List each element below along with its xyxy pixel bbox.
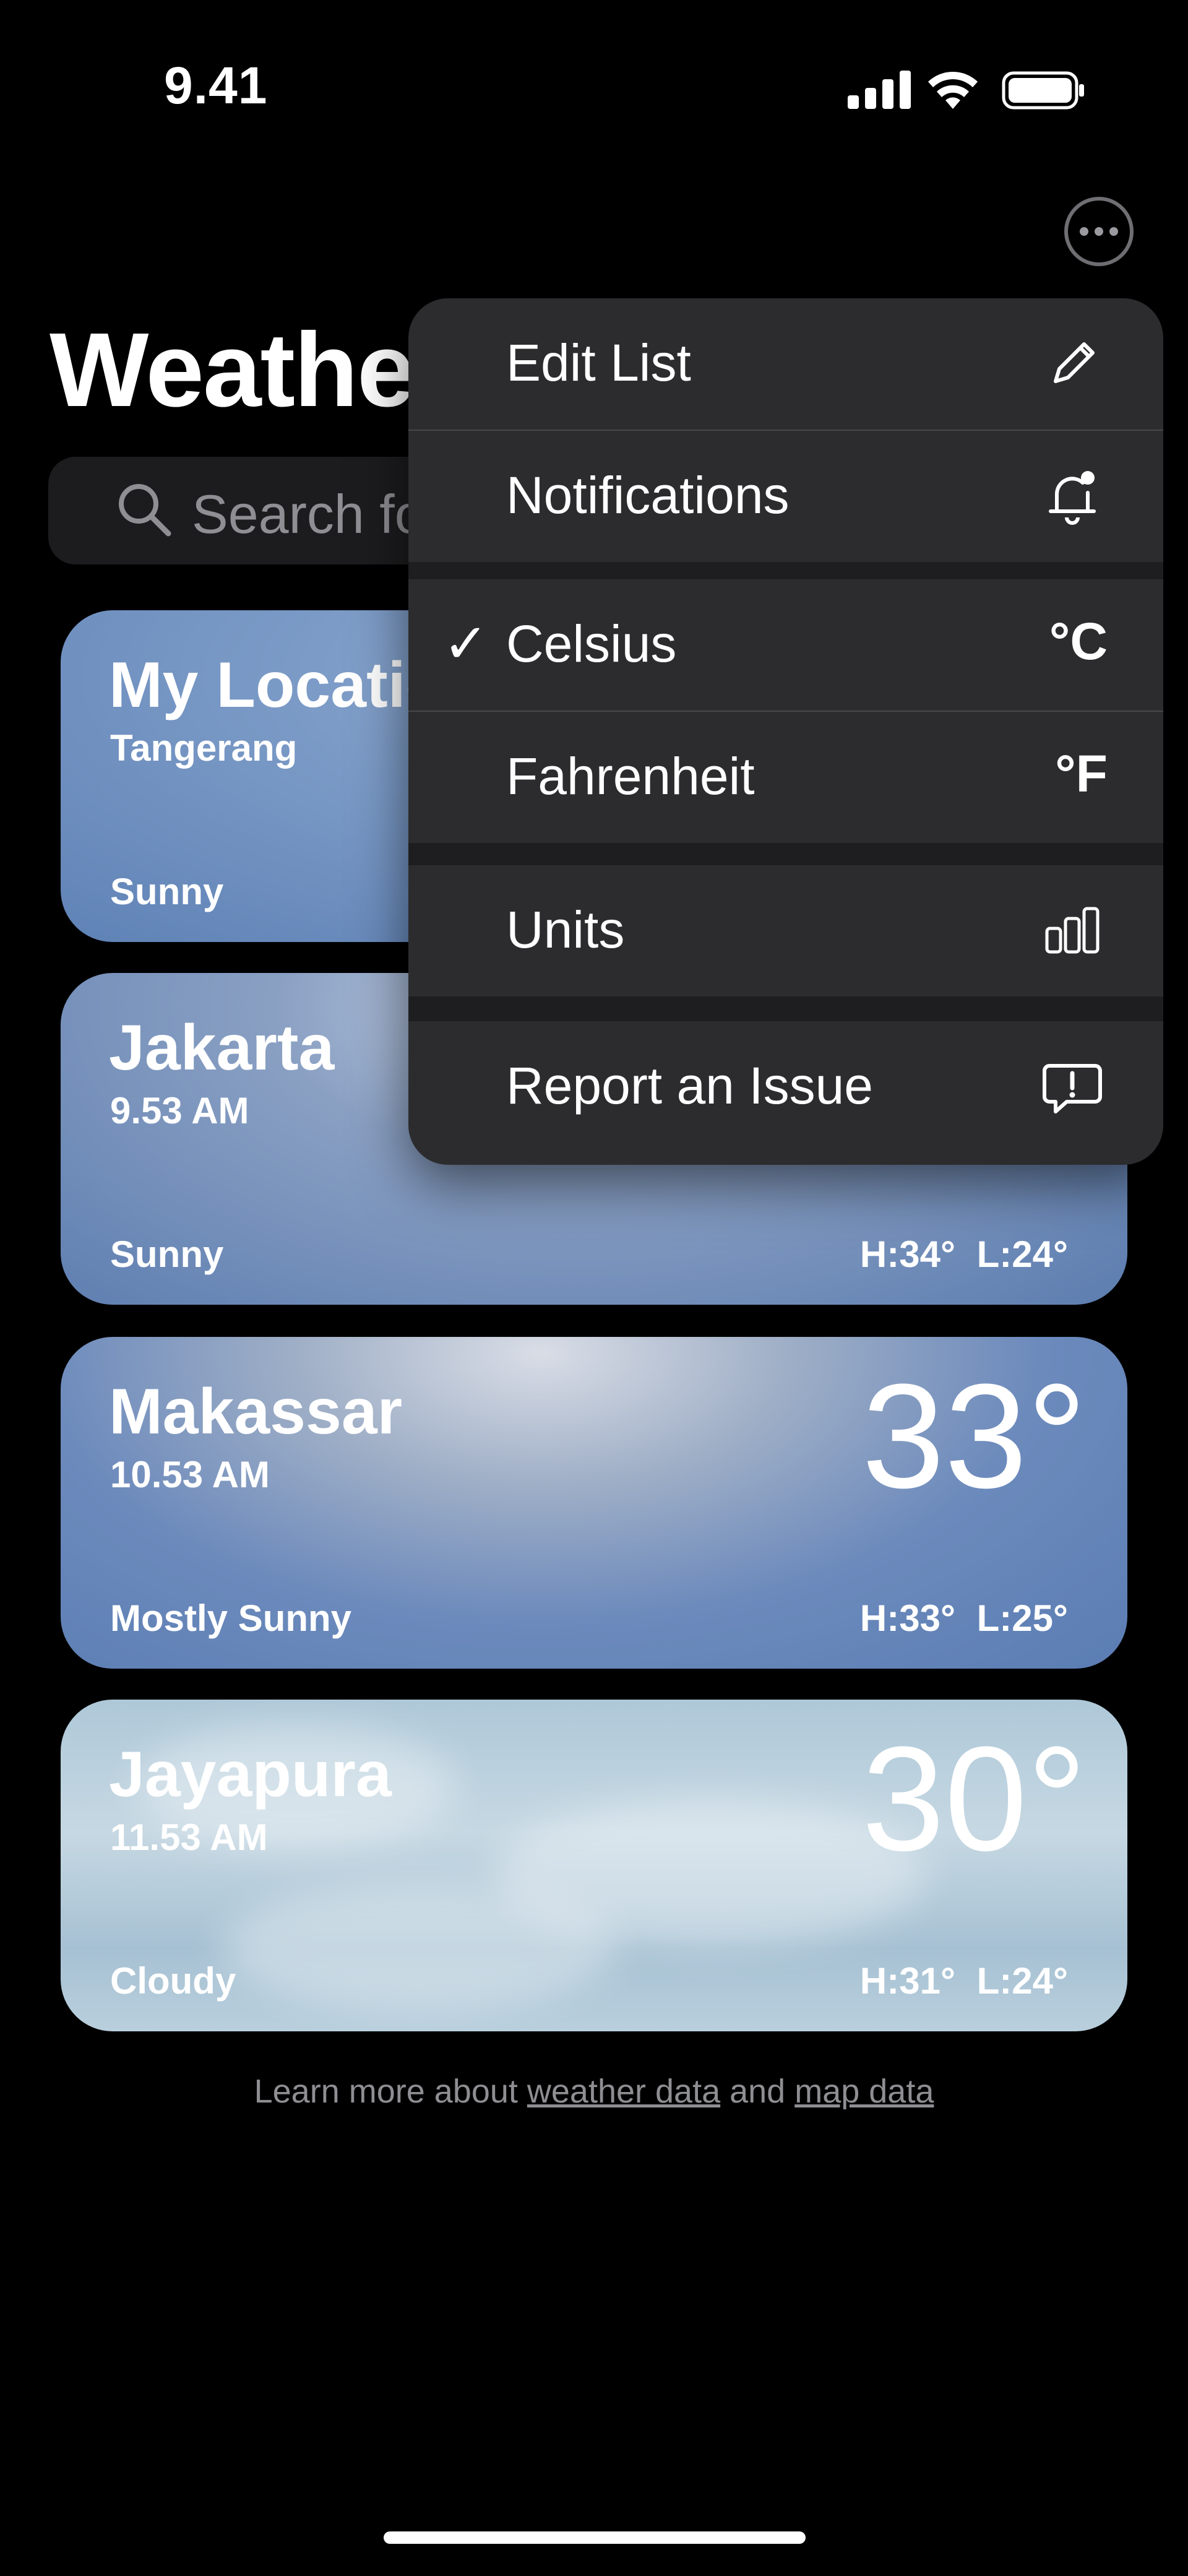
condition: Sunny <box>110 871 224 912</box>
page-title: Weather <box>50 311 455 429</box>
temperature: 33° <box>862 1353 1087 1519</box>
cellular-signal-icon <box>848 71 911 109</box>
weather-data-link[interactable]: weather data <box>527 2073 720 2110</box>
city-name: Jakarta <box>109 1012 335 1084</box>
menu-item-units[interactable]: Units <box>408 865 1163 996</box>
menu-label: Celsius <box>506 615 677 673</box>
home-indicator <box>384 2531 806 2544</box>
menu-item-notifications[interactable]: Notifications <box>408 431 1163 562</box>
search-icon <box>119 484 171 537</box>
city-name: Makassar <box>109 1376 403 1448</box>
options-menu: Edit List Notifications ✓ Celsius °C Fah… <box>408 298 1163 1165</box>
high-low: H:34° L:24° <box>859 1234 1068 1275</box>
location-card[interactable]: Makassar 10.53 AM Mostly Sunny 33° H:33°… <box>61 1337 1127 1669</box>
unit-symbol: °C <box>1049 612 1108 670</box>
card-subtitle: Tangerang <box>110 727 298 769</box>
condition: Mostly Sunny <box>110 1597 352 1639</box>
footer-attribution: Learn more about weather data and map da… <box>0 2072 1188 2111</box>
menu-group-separator <box>408 843 1163 865</box>
battery-icon <box>1002 71 1084 110</box>
location-card[interactable]: Jayapura 11.53 AM Cloudy 30° H:31° L:24° <box>61 1700 1127 2031</box>
bar-chart-icon <box>1045 907 1100 954</box>
pencil-icon <box>1054 342 1095 383</box>
menu-group-separator <box>408 996 1163 1021</box>
card-subtitle: 9.53 AM <box>110 1090 249 1131</box>
menu-label: Edit List <box>506 334 691 392</box>
card-subtitle: 10.53 AM <box>110 1454 270 1495</box>
menu-item-celsius[interactable]: ✓ Celsius °C <box>408 579 1163 711</box>
menu-label: Fahrenheit <box>506 747 755 805</box>
checkmark-icon: ✓ <box>443 613 489 674</box>
menu-item-fahrenheit[interactable]: Fahrenheit °F <box>408 712 1163 843</box>
footer-prefix: Learn more about <box>254 2073 527 2110</box>
card-subtitle: 11.53 AM <box>110 1817 268 1858</box>
more-options-button[interactable] <box>1064 197 1134 266</box>
bell-badge-icon <box>1049 471 1096 525</box>
menu-group-separator <box>408 562 1163 579</box>
condition: Sunny <box>110 1234 224 1275</box>
exclamation-bubble-icon <box>1043 1064 1102 1113</box>
high-low: H:33° L:25° <box>859 1597 1068 1639</box>
map-data-link[interactable]: map data <box>794 2073 934 2110</box>
high-low: H:31° L:24° <box>859 1960 1068 2002</box>
menu-label: Notifications <box>506 466 790 524</box>
status-time: 9.41 <box>164 56 268 115</box>
condition: Cloudy <box>110 1960 236 2002</box>
status-icons <box>848 71 1084 110</box>
city-name: Jayapura <box>109 1739 392 1810</box>
temperature: 30° <box>862 1716 1087 1882</box>
menu-label: Units <box>506 901 625 959</box>
menu-label: Report an Issue <box>506 1057 874 1115</box>
footer-mid: and <box>720 2073 795 2110</box>
ellipsis-icon <box>1080 227 1118 236</box>
unit-symbol: °F <box>1055 745 1108 803</box>
wifi-icon <box>928 72 978 109</box>
menu-item-report-issue[interactable]: Report an Issue <box>408 1021 1163 1152</box>
menu-item-edit-list[interactable]: Edit List <box>408 298 1163 430</box>
